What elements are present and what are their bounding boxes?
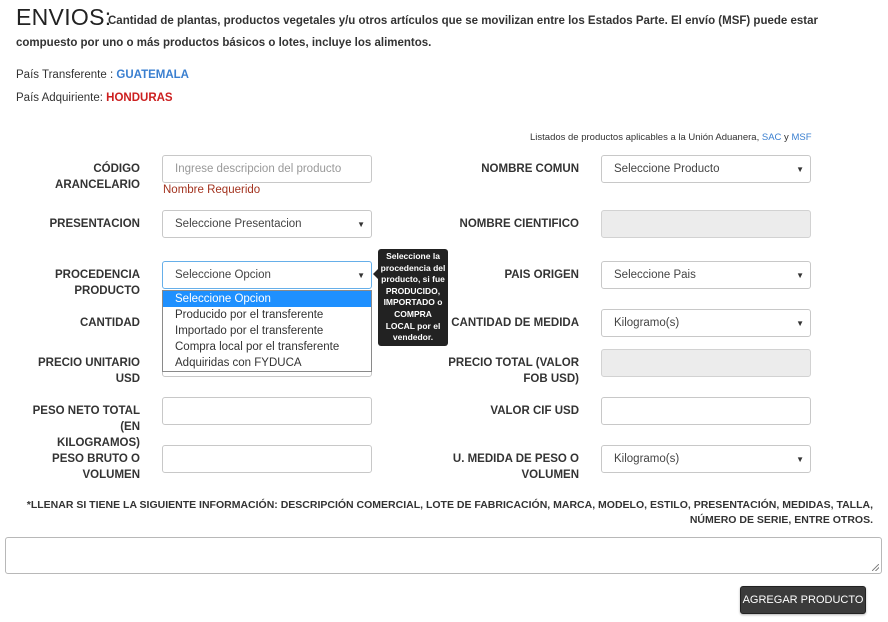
dropdown-option[interactable]: Adquiridas con FYDUCA — [163, 355, 371, 371]
caret-down-icon: ▼ — [796, 270, 804, 280]
peso-bruto-input[interactable] — [162, 445, 372, 473]
dropdown-option[interactable]: Importado por el transferente — [163, 323, 371, 339]
codigo-arancelario-label: CÓDIGO ARANCELARIO — [55, 163, 140, 191]
caret-down-icon: ▼ — [796, 454, 804, 464]
caret-down-icon: ▼ — [796, 318, 804, 328]
procedencia-tooltip: Seleccione la procedencia del producto, … — [373, 249, 448, 346]
cantidad-medida-select[interactable]: Kilogramo(s) ▼ — [601, 309, 811, 337]
nombre-cientifico-label: NOMBRE CIENTIFICO — [459, 218, 579, 230]
dropdown-option[interactable]: Seleccione Opcion — [163, 291, 371, 307]
procedencia-select[interactable]: Seleccione Opcion ▼ — [162, 261, 372, 289]
precio-total-field — [601, 349, 811, 377]
transferente-value: GUATEMALA — [116, 69, 189, 81]
pais-origen-select[interactable]: Seleccione Pais ▼ — [601, 261, 811, 289]
precio-unitario-label: PRECIO UNITARIO USD — [37, 357, 140, 385]
adquiriente-label: País Adquiriente: — [16, 92, 103, 104]
caret-down-icon: ▼ — [357, 270, 365, 280]
msf-link[interactable]: MSF — [791, 132, 811, 143]
extra-info-textarea[interactable] — [5, 537, 882, 574]
adquiriente-value: HONDURAS — [106, 92, 173, 104]
product-list-note: Listados de productos aplicables a la Un… — [530, 132, 812, 143]
resize-grip-icon[interactable] — [872, 564, 879, 571]
nombre-comun-label: NOMBRE COMUN — [481, 163, 579, 175]
presentacion-select[interactable]: Seleccione Presentacion ▼ — [162, 210, 372, 238]
dropdown-option[interactable]: Compra local por el transferente — [163, 339, 371, 355]
cantidad-medida-label: CANTIDAD DE MEDIDA — [451, 317, 579, 329]
u-medida-select[interactable]: Kilogramo(s) ▼ — [601, 445, 811, 473]
procedencia-label: PROCEDENCIA PRODUCTO — [55, 269, 140, 297]
valor-cif-input[interactable] — [601, 397, 811, 425]
peso-neto-label: PESO NETO TOTAL (EN KILOGRAMOS) — [32, 405, 140, 449]
extra-info-note: *LLENAR SI TIENE LA SIGUIENTE INFORMACIÓ… — [26, 499, 873, 526]
valor-cif-label: VALOR CIF USD — [490, 405, 579, 417]
peso-neto-input[interactable] — [162, 397, 372, 425]
presentacion-label: PRESENTACION — [49, 218, 140, 230]
nombre-comun-select[interactable]: Seleccione Producto ▼ — [601, 155, 811, 183]
pais-origen-label: PAIS ORIGEN — [504, 269, 579, 281]
caret-down-icon: ▼ — [796, 164, 804, 174]
peso-bruto-label: PESO BRUTO O VOLUMEN — [52, 453, 140, 481]
page-description: Cantidad de plantas, productos vegetales… — [16, 15, 818, 49]
codigo-error-text: Nombre Requerido — [163, 184, 261, 196]
transferente-row: País Transferente : GUATEMALA — [16, 69, 189, 81]
transferente-label: País Transferente : — [16, 69, 114, 81]
caret-down-icon: ▼ — [357, 219, 365, 229]
adquiriente-row: País Adquiriente: HONDURAS — [16, 92, 173, 104]
precio-total-label: PRECIO TOTAL (VALOR FOB USD) — [448, 357, 579, 385]
codigo-arancelario-input[interactable]: Ingrese descripcion del producto — [162, 155, 372, 183]
sac-link[interactable]: SAC — [762, 132, 782, 143]
cantidad-label: CANTIDAD — [79, 317, 140, 329]
nombre-cientifico-field — [601, 210, 811, 238]
u-medida-label: U. MEDIDA DE PESO O VOLUMEN — [452, 453, 579, 481]
dropdown-option[interactable]: Producido por el transferente — [163, 307, 371, 323]
agregar-producto-button[interactable]: AGREGAR PRODUCTO — [740, 586, 866, 614]
procedencia-dropdown-list: Seleccione Opcion Producido por el trans… — [162, 290, 372, 372]
